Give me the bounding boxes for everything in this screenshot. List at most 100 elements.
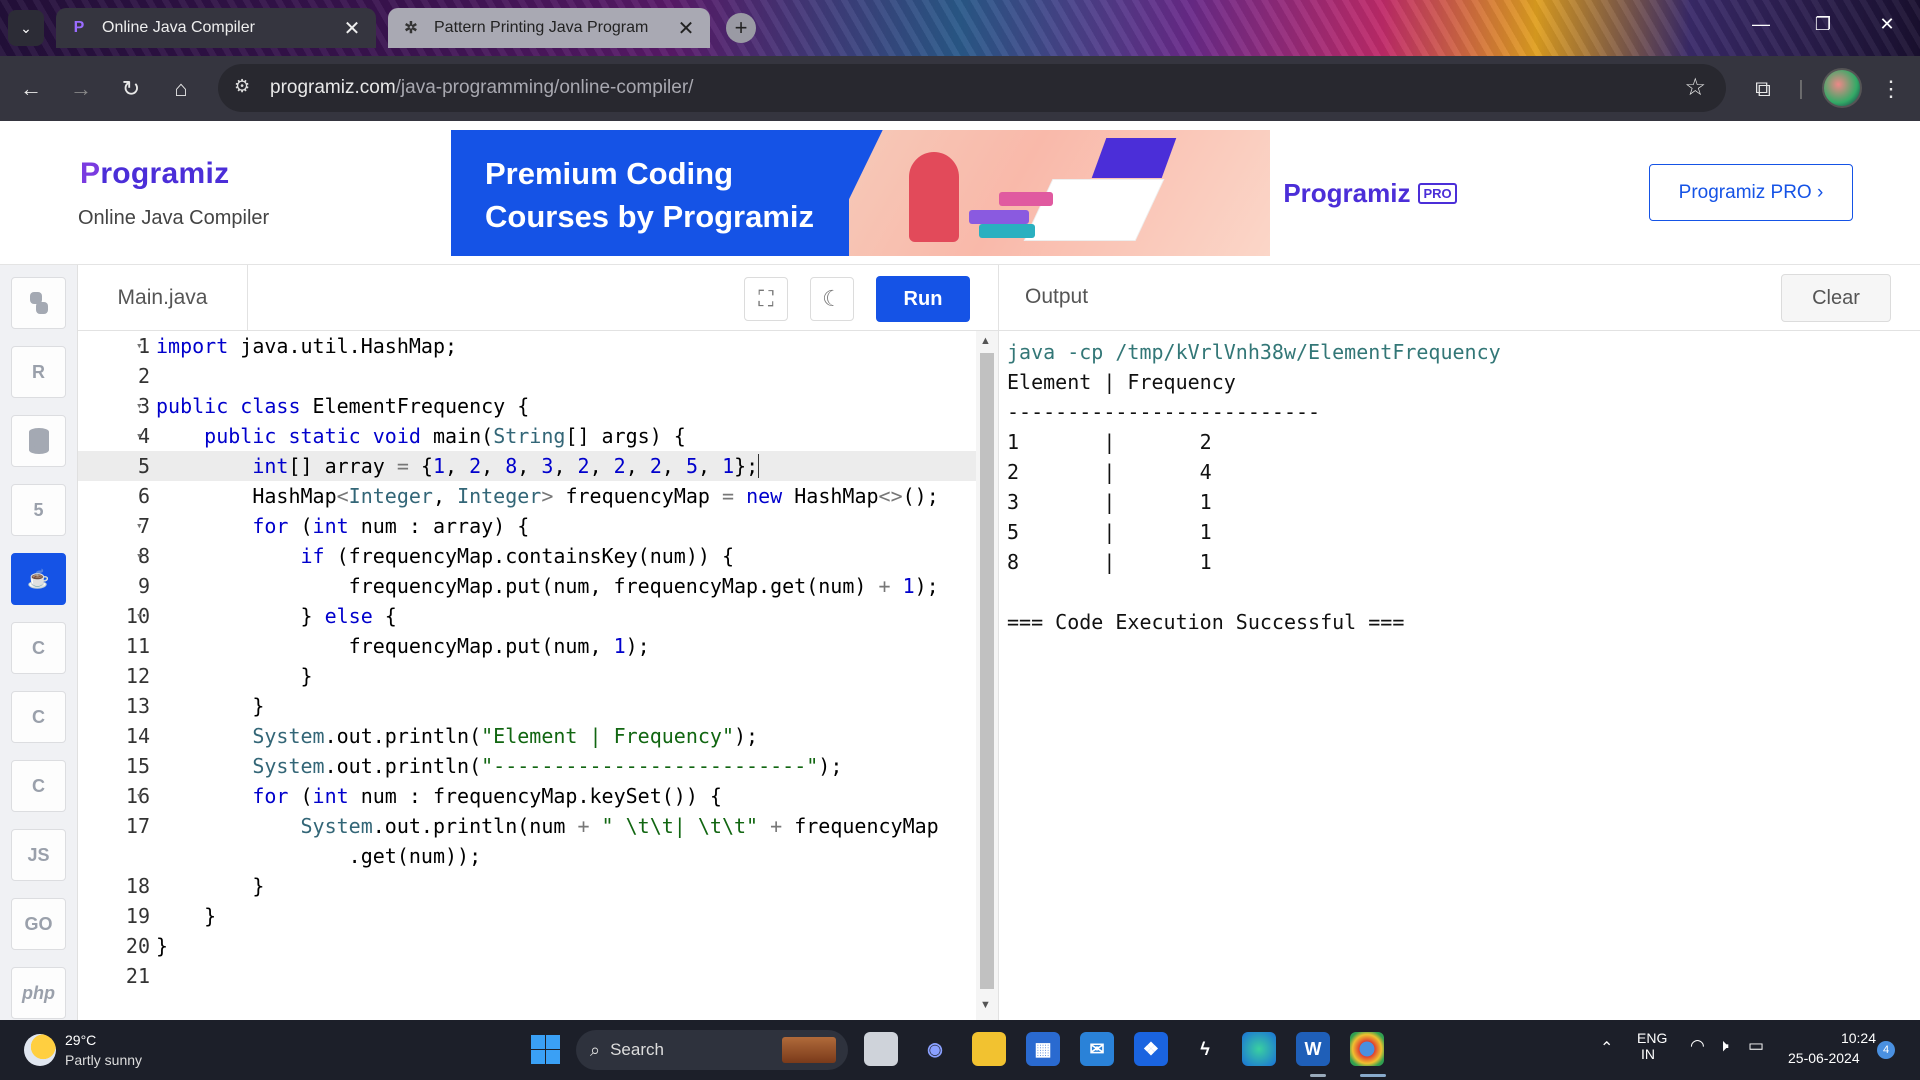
close-window-button[interactable]: ✕ <box>1872 14 1902 35</box>
mail-icon[interactable]: ✉ <box>1080 1032 1114 1066</box>
clock-time[interactable]: 10:24 <box>1832 1030 1876 1046</box>
scrollbar-thumb[interactable] <box>980 353 994 989</box>
code-line[interactable]: 8 ▾ if (frequencyMap.containsKey(num)) { <box>78 541 976 571</box>
code-line[interactable]: 9 frequencyMap.put(num, frequencyMap.get… <box>78 571 976 601</box>
reload-icon[interactable]: ↻ <box>116 74 146 104</box>
code-line[interactable]: 2 <box>78 361 976 391</box>
code-line[interactable]: 18 } <box>78 871 976 901</box>
weather-icon[interactable] <box>24 1034 56 1066</box>
code-line[interactable]: 7 ▾ for (int num : array) { <box>78 511 976 541</box>
store-icon[interactable]: ▦ <box>1026 1032 1060 1066</box>
editor-scrollbar[interactable]: ▲ ▼ <box>976 331 998 1020</box>
fold-arrow-icon[interactable]: ▾ <box>136 541 150 571</box>
c-icon[interactable]: C <box>11 622 66 674</box>
tray-chevron-up-icon[interactable]: ⌃ <box>1600 1038 1613 1058</box>
code-line-wrapped[interactable]: .get(num)); <box>78 841 976 871</box>
code-text: HashMap<Integer, Integer> frequencyMap =… <box>156 484 939 508</box>
student-illustration <box>909 152 959 242</box>
dropbox-icon[interactable]: ❖ <box>1134 1032 1168 1066</box>
site-info-icon[interactable]: ⚙ <box>234 76 250 97</box>
fold-arrow-icon[interactable]: ▾ <box>136 601 150 631</box>
windows-start-icon[interactable] <box>528 1032 562 1066</box>
csharp-icon[interactable]: C <box>11 760 66 812</box>
file-tab-main-java[interactable]: Main.java <box>78 265 248 331</box>
fullscreen-button[interactable]: ⛶ <box>744 277 788 321</box>
notification-badge[interactable]: 4 <box>1877 1041 1895 1059</box>
word-icon[interactable]: W <box>1296 1032 1330 1066</box>
taskbar-search[interactable]: ⌕ Search <box>576 1030 848 1070</box>
task-view-icon[interactable] <box>864 1032 898 1066</box>
fold-arrow-icon[interactable]: ▾ <box>136 421 150 451</box>
go-icon[interactable]: GO <box>11 898 66 950</box>
code-line[interactable]: 3 ▾ public class ElementFrequency { <box>78 391 976 421</box>
tab-online-java-compiler[interactable]: P Online Java Compiler ✕ <box>56 8 376 48</box>
r-icon[interactable]: R <box>11 346 66 398</box>
fold-arrow-icon[interactable]: ▾ <box>136 331 150 361</box>
code-line[interactable]: 21 <box>78 961 976 991</box>
fold-arrow-icon[interactable]: ▾ <box>136 511 150 541</box>
php-icon[interactable]: php <box>11 967 66 1019</box>
code-line[interactable]: 1 ▾ import java.util.HashMap; <box>78 331 976 361</box>
edge-icon[interactable] <box>1242 1032 1276 1066</box>
back-icon[interactable]: ← <box>16 74 46 104</box>
meet-icon[interactable]: ◉ <box>918 1032 952 1066</box>
wifi-icon[interactable]: ◠ <box>1690 1036 1705 1056</box>
code-line[interactable]: 19 } <box>78 901 976 931</box>
fold-arrow-icon[interactable]: ▾ <box>136 781 150 811</box>
browser-menu-icon[interactable]: ⋮ <box>1876 74 1906 104</box>
tab-pattern-printing[interactable]: ✲ Pattern Printing Java Program ✕ <box>388 8 710 48</box>
tab-search-dropdown[interactable]: ⌄ <box>8 10 44 46</box>
line-number: 2 <box>137 364 150 388</box>
url-text[interactable]: programiz.com/java-programming/online-co… <box>270 77 693 99</box>
file-explorer-icon[interactable] <box>972 1032 1006 1066</box>
js-icon[interactable]: JS <box>11 829 66 881</box>
code-line[interactable]: 10 ▾ } else { <box>78 601 976 631</box>
code-line[interactable]: 15 System.out.println("-----------------… <box>78 751 976 781</box>
programiz-pro-button[interactable]: Programiz PRO › <box>1649 164 1853 221</box>
clear-button[interactable]: Clear <box>1781 274 1891 322</box>
java-icon[interactable]: ☕ <box>11 553 66 605</box>
code-text: int[] array = {1, 2, 8, 3, 2, 2, 2, 5, 1… <box>252 454 760 478</box>
platform-illustration <box>1025 180 1163 240</box>
code-line[interactable]: 13 } <box>78 691 976 721</box>
sql-icon[interactable] <box>11 415 66 467</box>
code-line[interactable]: 17 System.out.println(num + " \t\t| \t\t… <box>78 811 976 841</box>
new-tab-button[interactable]: + <box>726 13 756 43</box>
code-line[interactable]: 20} <box>78 931 976 961</box>
address-bar[interactable]: ⚙ programiz.com/java-programming/online-… <box>218 64 1726 112</box>
minimize-button[interactable]: — <box>1746 14 1776 35</box>
chrome-icon[interactable] <box>1350 1032 1384 1066</box>
code-line-active[interactable]: 5 int[] array = {1, 2, 8, 3, 2, 2, 2, 5,… <box>78 451 976 481</box>
extensions-icon[interactable]: ⧉ <box>1748 74 1778 104</box>
scroll-up-icon[interactable]: ▲ <box>980 335 991 347</box>
restore-button[interactable]: ❐ <box>1808 14 1838 35</box>
battery-icon[interactable]: ▭ <box>1748 1036 1764 1056</box>
code-editor[interactable]: 1 ▾ import java.util.HashMap; 2 3 ▾ public c… <box>78 331 976 1020</box>
code-line[interactable]: 6 HashMap<Integer, Integer> frequencyMap… <box>78 481 976 511</box>
python-icon[interactable] <box>11 277 66 329</box>
clock-date[interactable]: 25-06-2024 <box>1788 1050 1860 1066</box>
bookmark-star-icon[interactable]: ☆ <box>1684 73 1706 102</box>
dark-mode-button[interactable]: ☾ <box>810 277 854 321</box>
cpp-icon[interactable]: C <box>11 691 66 743</box>
code-line[interactable]: 14 System.out.println("Element | Frequen… <box>78 721 976 751</box>
promo-banner[interactable]: Premium Coding Courses by Programiz Prog… <box>451 130 1470 256</box>
output-console[interactable]: java -cp /tmp/kVrlVnh38w/ElementFrequenc… <box>998 331 1920 1020</box>
scroll-down-icon[interactable]: ▼ <box>980 999 991 1011</box>
code-line[interactable]: 4 ▾ public static void main(String[] args… <box>78 421 976 451</box>
volume-muted-icon[interactable]: 🕨 <box>1718 1036 1729 1056</box>
bolt-app-icon[interactable]: ϟ <box>1188 1032 1222 1066</box>
run-button[interactable]: Run <box>876 276 970 322</box>
code-line[interactable]: 12 } <box>78 661 976 691</box>
profile-avatar[interactable] <box>1822 68 1862 108</box>
home-icon[interactable]: ⌂ <box>166 74 196 104</box>
code-line[interactable]: 11 frequencyMap.put(num, 1); <box>78 631 976 661</box>
programiz-logo[interactable]: Programiz <box>80 157 229 191</box>
forward-icon[interactable]: → <box>66 74 96 104</box>
code-line[interactable]: 16 ▾ for (int num : frequencyMap.keySet()… <box>78 781 976 811</box>
close-tab-icon[interactable]: ✕ <box>342 16 362 41</box>
language-indicator[interactable]: ENG IN <box>1637 1030 1667 1062</box>
close-tab-icon[interactable]: ✕ <box>676 16 696 41</box>
html-icon[interactable]: 5 <box>11 484 66 536</box>
fold-arrow-icon[interactable]: ▾ <box>136 391 150 421</box>
